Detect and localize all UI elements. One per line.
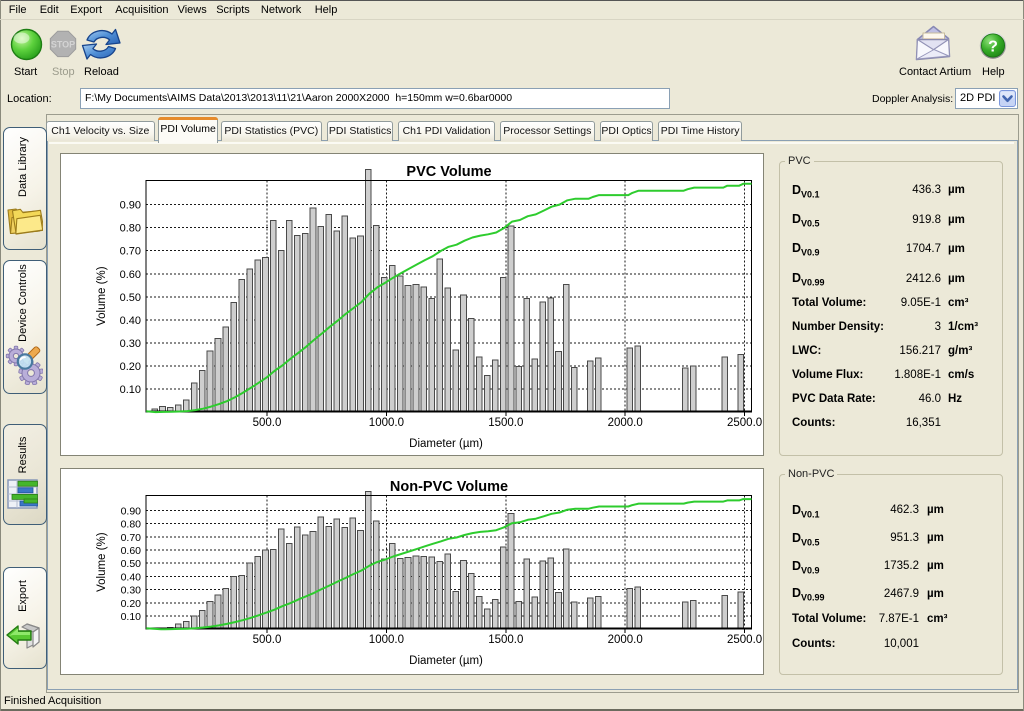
svg-text:1000.0: 1000.0 <box>369 417 404 429</box>
svg-text:2000.0: 2000.0 <box>608 634 643 646</box>
svg-text:0.70: 0.70 <box>120 246 141 258</box>
svg-text:0.60: 0.60 <box>121 545 142 557</box>
svg-text:1500.0: 1500.0 <box>488 634 523 646</box>
svg-text:STOP: STOP <box>51 40 75 50</box>
svg-text:0.30: 0.30 <box>120 338 141 350</box>
svg-text:0.20: 0.20 <box>121 598 142 610</box>
svg-text:500.0: 500.0 <box>253 634 282 646</box>
svg-text:Volume (%): Volume (%) <box>96 266 108 326</box>
svg-text:2500.0: 2500.0 <box>727 417 762 429</box>
svg-text:0.10: 0.10 <box>120 384 141 396</box>
svg-text:0.80: 0.80 <box>121 519 142 531</box>
svg-text:0.30: 0.30 <box>121 585 142 597</box>
svg-text:PVC Volume: PVC Volume <box>406 164 491 180</box>
svg-text:Volume (%): Volume (%) <box>96 532 108 592</box>
svg-text:0.90: 0.90 <box>121 505 142 517</box>
svg-text:0.50: 0.50 <box>120 292 141 304</box>
svg-text:1500.0: 1500.0 <box>488 417 523 429</box>
svg-text:Diameter (µm): Diameter (µm) <box>409 438 483 450</box>
svg-text:0.60: 0.60 <box>120 269 141 281</box>
svg-text:Diameter (µm): Diameter (µm) <box>409 655 483 667</box>
svg-text:Non-PVC Volume: Non-PVC Volume <box>390 479 508 495</box>
svg-text:2500.0: 2500.0 <box>727 634 762 646</box>
svg-text:0.40: 0.40 <box>120 315 141 327</box>
svg-text:1000.0: 1000.0 <box>369 634 404 646</box>
svg-text:0.90: 0.90 <box>120 200 141 212</box>
svg-text:0.50: 0.50 <box>121 558 142 570</box>
svg-text:0.40: 0.40 <box>121 571 142 583</box>
svg-text:0.10: 0.10 <box>121 611 142 623</box>
svg-text:2000.0: 2000.0 <box>608 417 643 429</box>
svg-text:0.80: 0.80 <box>120 223 141 235</box>
svg-text:?: ? <box>988 39 998 56</box>
svg-text:500.0: 500.0 <box>253 417 282 429</box>
svg-text:0.70: 0.70 <box>121 532 142 544</box>
svg-text:0.20: 0.20 <box>120 361 141 373</box>
